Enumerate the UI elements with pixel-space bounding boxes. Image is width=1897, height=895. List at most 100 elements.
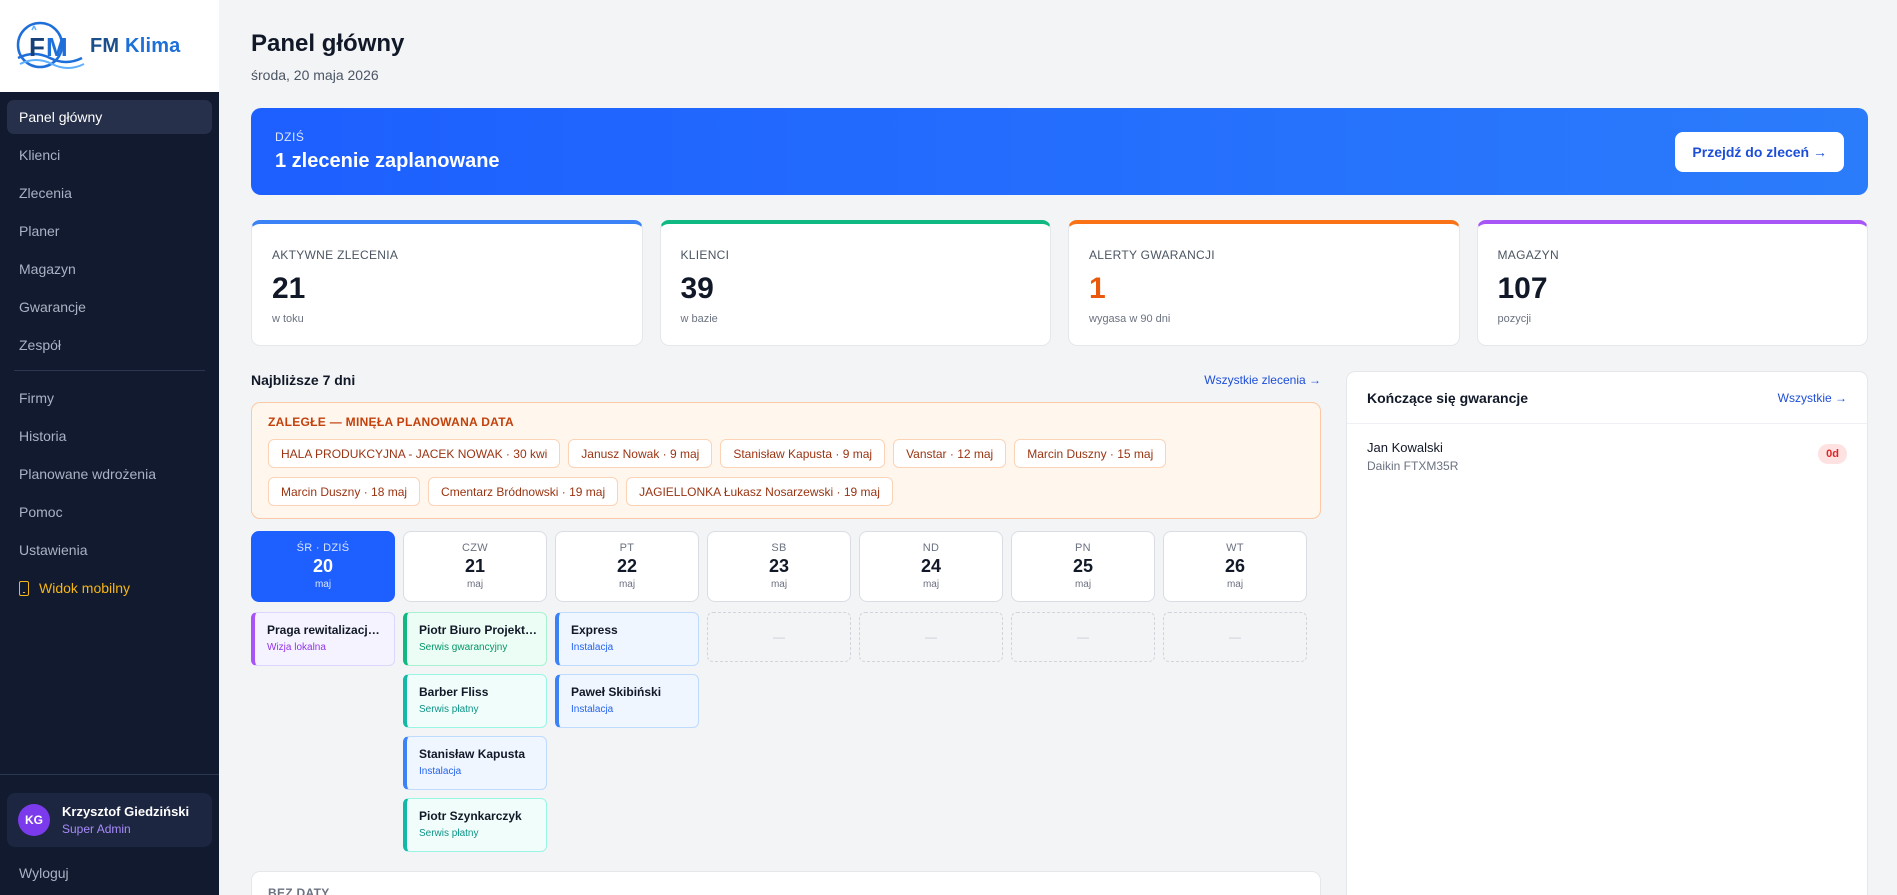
event-title: Paweł Skibiński	[571, 685, 662, 699]
stat-sub: w bazie	[680, 313, 718, 325]
day-column: ND 24 maj —	[859, 531, 1003, 860]
day-column: PT 22 maj Express Instalacja Paweł Skibi…	[555, 531, 699, 860]
all-warranties-link[interactable]: Wszystkie →	[1778, 391, 1847, 405]
user-card[interactable]: KG Krzysztof Giedziński Super Admin	[7, 793, 212, 847]
event-title: Piotr Szynkarczyk	[419, 809, 522, 823]
stat-label: ALERTY GWARANCJI	[1089, 248, 1215, 262]
event-title: Piotr Biuro Projektowe	[419, 623, 546, 637]
overdue-chip[interactable]: HALA PRODUKCYJNA - JACEK NOWAK · 30 kwi	[268, 439, 561, 468]
user-info: Krzysztof Giedziński Super Admin	[62, 804, 197, 836]
day-number: 25	[1072, 556, 1094, 576]
go-to-orders-button[interactable]: Przejdź do zleceń →	[1675, 132, 1844, 172]
empty-day-slot[interactable]: —	[859, 612, 1003, 662]
empty-day-slot[interactable]: —	[707, 612, 851, 662]
sidebar-item-mobile-view[interactable]: Widok mobilny	[7, 571, 212, 605]
day-header[interactable]: WT 26 maj	[1163, 531, 1307, 602]
event-card[interactable]: Paweł Skibiński Instalacja	[555, 674, 699, 728]
sidebar-item-zespol[interactable]: Zespół	[7, 328, 212, 362]
empty-day-slot[interactable]: —	[1011, 612, 1155, 662]
day-month: maj	[618, 579, 636, 590]
event-card[interactable]: Piotr Biuro Projektowe Serwis gwarancyjn…	[403, 612, 547, 666]
day-column: WT 26 maj —	[1163, 531, 1307, 860]
sidebar-item-panel[interactable]: Panel główny	[7, 100, 212, 134]
no-date-title: BEZ DATY	[268, 886, 330, 895]
stat-sub: w toku	[272, 313, 304, 325]
main-content: Panel główny środa, 20 maja 2026 DZIŚ 1 …	[219, 0, 1897, 895]
event-title: Express	[571, 623, 618, 637]
day-abbr: CZW	[462, 542, 488, 554]
day-abbr: SB	[771, 542, 787, 554]
logout-link[interactable]: Wyloguj	[7, 865, 212, 881]
overdue-chip[interactable]: Marcin Duszny · 15 maj	[1014, 439, 1167, 468]
sidebar-item-magazyn[interactable]: Magazyn	[7, 252, 212, 286]
day-column: ŚR · DZIŚ 20 maj Praga rewitalizacja kam…	[251, 531, 395, 860]
sidebar-item-pomoc[interactable]: Pomoc	[7, 495, 212, 529]
day-header[interactable]: CZW 21 maj	[403, 531, 547, 602]
event-card[interactable]: Piotr Szynkarczyk Serwis płatny	[403, 798, 547, 852]
stat-label: AKTYWNE ZLECENIA	[272, 248, 399, 262]
event-card[interactable]: Praga rewitalizacja kamienicy Wizja loka…	[251, 612, 395, 666]
sidebar-item-historia[interactable]: Historia	[7, 419, 212, 453]
day-events: Piotr Biuro Projektowe Serwis gwarancyjn…	[403, 612, 547, 852]
day-header[interactable]: PT 22 maj	[555, 531, 699, 602]
stat-label: MAGAZYN	[1497, 248, 1559, 262]
event-title: Praga rewitalizacja kamienicy	[267, 623, 394, 637]
overdue-panel: ZALEGŁE — MINĘŁA PLANOWANA DATA HALA PRO…	[251, 402, 1321, 519]
sidebar-item-zlecenia[interactable]: Zlecenia	[7, 176, 212, 210]
event-card[interactable]: Stanisław Kapusta Instalacja	[403, 736, 547, 790]
day-header[interactable]: SB 23 maj	[707, 531, 851, 602]
day-number: 23	[768, 556, 790, 576]
event-card[interactable]: Barber Fliss Serwis płatny	[403, 674, 547, 728]
stat-card-warranty-alerts[interactable]: ALERTY GWARANCJI 1 wygasa w 90 dni	[1068, 220, 1460, 346]
day-events: —	[1163, 612, 1307, 662]
page-date: środa, 20 maja 2026	[251, 67, 379, 83]
warranty-device: Daikin FTXM35R	[1367, 459, 1459, 473]
today-title: 1 zlecenie zaplanowane	[275, 150, 500, 172]
event-type: Instalacja	[571, 642, 614, 653]
day-header[interactable]: ND 24 maj	[859, 531, 1003, 602]
event-type: Instalacja	[419, 766, 462, 777]
logo[interactable]: F M FM Klima	[0, 0, 219, 92]
stat-card-warehouse[interactable]: MAGAZYN 107 pozycji	[1476, 220, 1868, 346]
overdue-chip[interactable]: Cmentarz Bródnowski · 19 maj	[428, 477, 619, 506]
day-month: maj	[1074, 579, 1092, 590]
day-header-today[interactable]: ŚR · DZIŚ 20 maj	[251, 531, 395, 602]
overdue-chips: HALA PRODUKCYJNA - JACEK NOWAK · 30 kwi …	[268, 439, 1304, 506]
overdue-chip[interactable]: Vanstar · 12 maj	[893, 439, 1007, 468]
week-header: Najbliższe 7 dni Wszystkie zlecenia →	[251, 372, 1321, 392]
day-events: —	[1011, 612, 1155, 662]
sidebar-item-firmy[interactable]: Firmy	[7, 381, 212, 415]
empty-day-slot[interactable]: —	[1163, 612, 1307, 662]
sidebar-item-wdrozenia[interactable]: Planowane wdrożenia	[7, 457, 212, 491]
warranty-panel: Kończące się gwarancje Wszystkie → Jan K…	[1346, 371, 1868, 895]
overdue-chip[interactable]: Stanisław Kapusta · 9 maj	[720, 439, 886, 468]
day-abbr: ND	[922, 542, 940, 554]
overdue-chip[interactable]: Marcin Duszny · 18 maj	[268, 477, 421, 506]
overdue-chip[interactable]: JAGIELLONKA Łukasz Nosarzewski · 19 maj	[626, 477, 893, 506]
sidebar-item-gwarancje[interactable]: Gwarancje	[7, 290, 212, 324]
svg-text:M: M	[46, 32, 68, 62]
today-label: DZIŚ	[275, 130, 305, 144]
day-number: 22	[616, 556, 638, 576]
user-role: Super Admin	[62, 822, 131, 836]
stat-card-clients[interactable]: KLIENCI 39 w bazie	[659, 220, 1051, 346]
sidebar-item-planer[interactable]: Planer	[7, 214, 212, 248]
day-header[interactable]: PN 25 maj	[1011, 531, 1155, 602]
day-number: 24	[920, 556, 942, 576]
day-events: Express Instalacja Paweł Skibiński Insta…	[555, 612, 699, 728]
stat-card-active-orders[interactable]: AKTYWNE ZLECENIA 21 w toku	[251, 220, 643, 346]
no-date-panel: BEZ DATY	[251, 871, 1321, 895]
overdue-chip[interactable]: Janusz Nowak · 9 maj	[568, 439, 713, 468]
event-card[interactable]: Express Instalacja	[555, 612, 699, 666]
stat-value: 107	[1497, 272, 1548, 305]
sidebar-item-klienci[interactable]: Klienci	[7, 138, 212, 172]
day-month: maj	[466, 579, 484, 590]
day-column: SB 23 maj —	[707, 531, 851, 860]
sidebar: F M FM Klima Panel główny Klienci Zlecen…	[0, 0, 219, 895]
all-orders-link[interactable]: Wszystkie zlecenia →	[1204, 373, 1321, 387]
event-type: Serwis gwarancyjny	[419, 642, 508, 653]
stat-value: 21	[272, 272, 306, 305]
sidebar-item-ustawienia[interactable]: Ustawienia	[7, 533, 212, 567]
today-banner: DZIŚ 1 zlecenie zaplanowane Przejdź do z…	[251, 108, 1868, 195]
event-type: Instalacja	[571, 704, 614, 715]
